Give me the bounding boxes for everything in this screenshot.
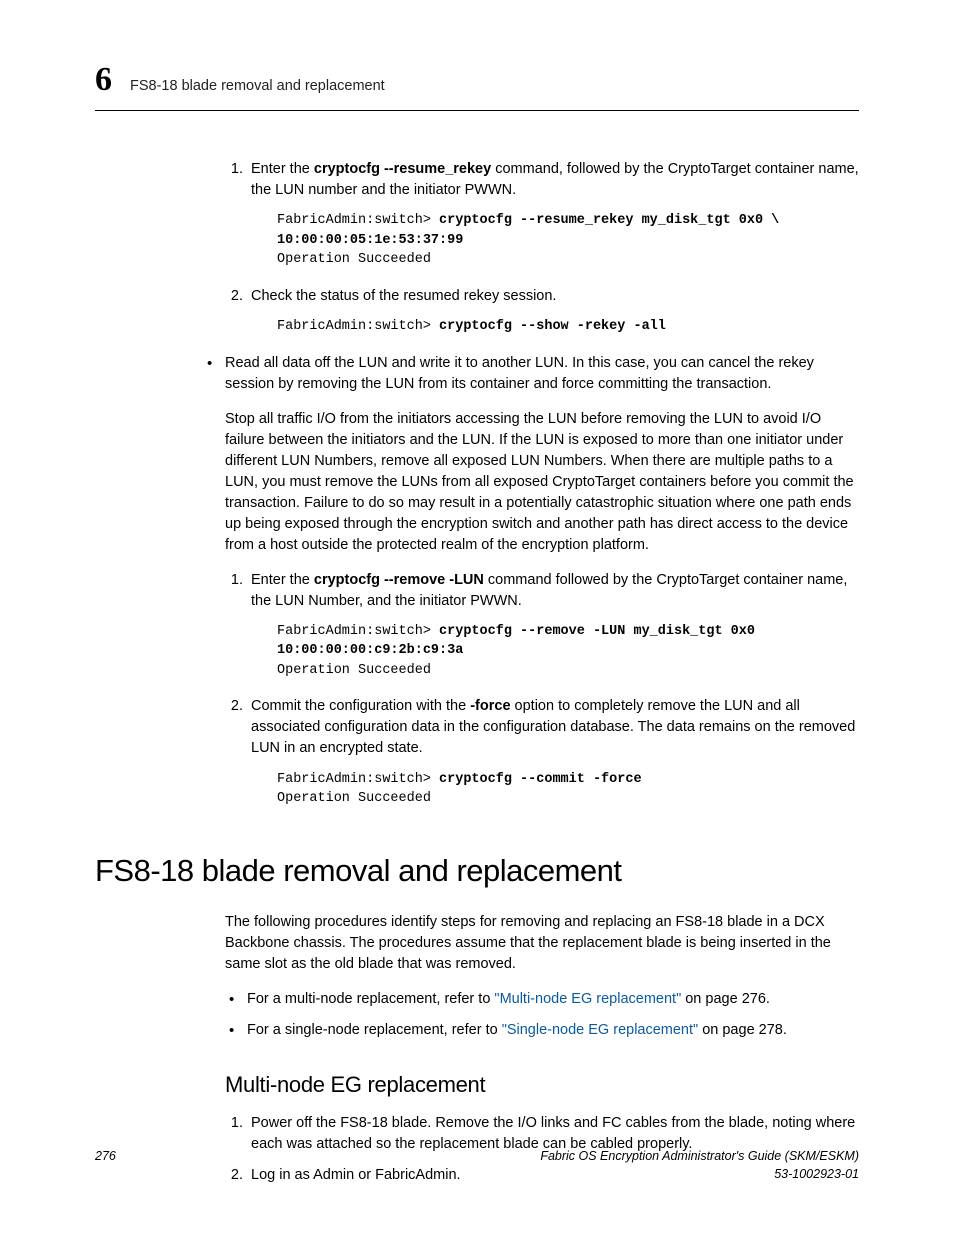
chapter-number: 6 [95, 55, 112, 104]
page-number: 276 [95, 1147, 116, 1183]
bullet-1-p2: Stop all traffic I/O from the initiators… [225, 409, 859, 556]
sub2-text-a: Commit the configuration with the [251, 698, 470, 714]
sub1-cmd: cryptocfg --remove -LUN [314, 572, 484, 588]
step-1-code: FabricAdmin:switch> cryptocfg --resume_r… [277, 211, 859, 270]
single-node-link[interactable]: "Single-node EG replacement" [502, 1022, 699, 1038]
page-footer: 276 Fabric OS Encryption Administrator's… [95, 1147, 859, 1183]
section-heading: FS8-18 blade removal and replacement [95, 849, 859, 894]
step-2-code: FabricAdmin:switch> cryptocfg --show -re… [277, 317, 859, 337]
section-intro: The following procedures identify steps … [225, 912, 859, 975]
sub-step-2: Commit the configuration with the -force… [247, 696, 859, 808]
sub-procedure-list: Enter the cryptocfg --remove -LUN comman… [225, 570, 859, 809]
sub-step-1: Enter the cryptocfg --remove -LUN comman… [247, 570, 859, 681]
section-bullets: For a multi-node replacement, refer to "… [225, 989, 859, 1041]
bullet-1-p1: Read all data off the LUN and write it t… [225, 353, 859, 395]
section-bullet-1: For a multi-node replacement, refer to "… [225, 989, 859, 1010]
step-1-text-a: Enter the [251, 161, 314, 177]
footer-doc-info: Fabric OS Encryption Administrator's Gui… [540, 1147, 859, 1183]
step-2-text: Check the status of the resumed rekey se… [251, 288, 556, 304]
sub1-text-a: Enter the [251, 572, 314, 588]
procedure-list-1: Enter the cryptocfg --resume_rekey comma… [225, 159, 859, 336]
header-title: FS8-18 blade removal and replacement [130, 76, 385, 97]
sub1-code: FabricAdmin:switch> cryptocfg --remove -… [277, 622, 859, 681]
step-1: Enter the cryptocfg --resume_rekey comma… [247, 159, 859, 270]
step-1-cmd: cryptocfg --resume_rekey [314, 161, 491, 177]
bullet-1: Read all data off the LUN and write it t… [203, 353, 859, 809]
multi-node-link[interactable]: "Multi-node EG replacement" [494, 991, 681, 1007]
running-header: 6 FS8-18 blade removal and replacement [95, 55, 859, 111]
sub2-cmd: -force [470, 698, 510, 714]
section-bullet-2: For a single-node replacement, refer to … [225, 1020, 859, 1041]
step-2: Check the status of the resumed rekey se… [247, 286, 859, 337]
sub2-code: FabricAdmin:switch> cryptocfg --commit -… [277, 770, 859, 809]
bullet-list: Read all data off the LUN and write it t… [203, 353, 859, 809]
subsection-heading: Multi-node EG replacement [225, 1069, 859, 1101]
